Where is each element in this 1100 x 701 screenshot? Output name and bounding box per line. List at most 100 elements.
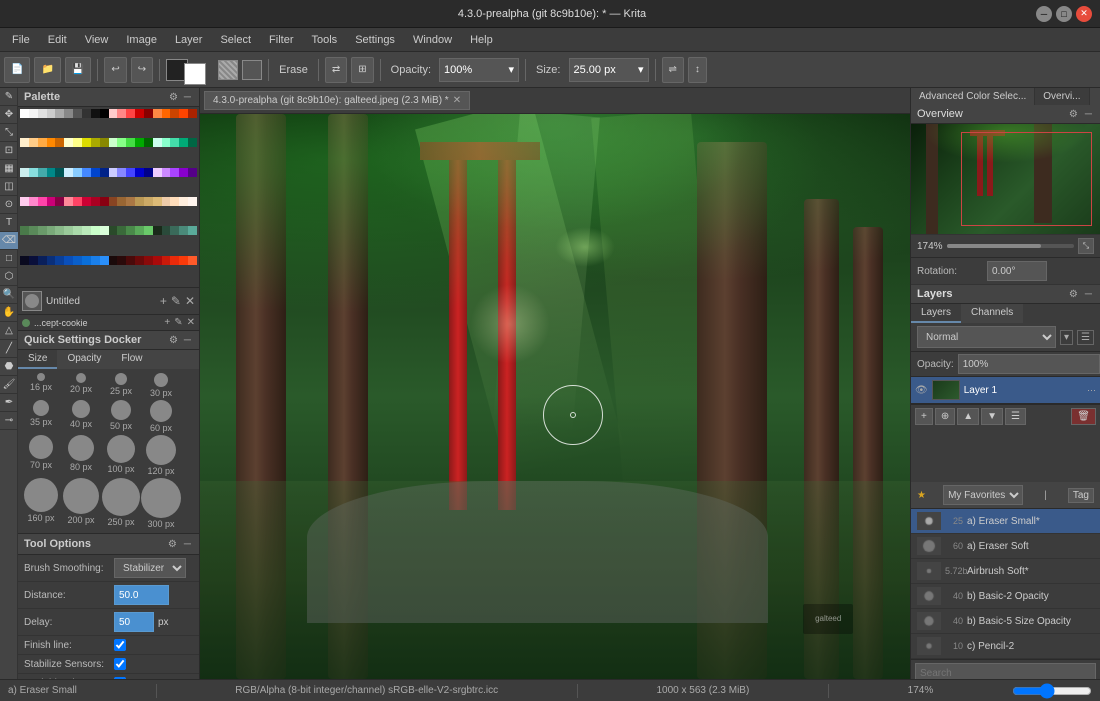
brush-size-item[interactable]: 25 px <box>102 373 140 398</box>
palette-cell[interactable] <box>179 256 188 265</box>
palette-cell[interactable] <box>29 109 38 118</box>
palette-cell[interactable] <box>55 226 64 235</box>
brush-size-item[interactable]: 35 px <box>22 400 60 433</box>
palette-cell[interactable] <box>144 256 153 265</box>
layer-item-1[interactable]: 👁 Layer 1 ⋯ <box>911 377 1100 404</box>
background-color[interactable] <box>184 63 206 85</box>
palette-cell[interactable] <box>117 256 126 265</box>
palette-cell[interactable] <box>55 138 64 147</box>
palette-cell[interactable] <box>109 226 118 235</box>
menu-image[interactable]: Image <box>118 32 165 48</box>
palette-cell[interactable] <box>188 109 197 118</box>
palette-cell[interactable] <box>91 168 100 177</box>
palette-cell[interactable] <box>47 226 56 235</box>
palette-cell[interactable] <box>126 256 135 265</box>
size-spinbox[interactable]: 25.00 px ▾ <box>569 58 649 82</box>
palette-cell[interactable] <box>20 256 29 265</box>
palette-cell[interactable] <box>64 197 73 206</box>
quick-tab-opacity[interactable]: Opacity <box>57 350 111 369</box>
brush-preset-item[interactable]: 5.72bAirbrush Soft* <box>911 559 1100 584</box>
tab-advanced-color[interactable]: Advanced Color Selec... <box>911 88 1035 105</box>
palette-cell[interactable] <box>135 197 144 206</box>
palette-cell[interactable] <box>73 256 82 265</box>
palette-cell[interactable] <box>179 226 188 235</box>
mirror-y-button[interactable]: ↕ <box>688 57 707 83</box>
quick-settings-settings-btn[interactable]: ⚙ <box>167 335 180 346</box>
palette-cell[interactable] <box>47 138 56 147</box>
brush-size-item[interactable]: 50 px <box>102 400 140 433</box>
finish-line-checkbox[interactable] <box>114 639 126 651</box>
tool-pan[interactable]: ✋ <box>0 304 18 322</box>
palette-cell[interactable] <box>126 168 135 177</box>
palette-cell[interactable] <box>38 226 47 235</box>
palette-cell[interactable] <box>82 138 91 147</box>
palette-cell[interactable] <box>153 109 162 118</box>
brush-size-item[interactable]: 30 px <box>142 373 180 398</box>
layer-1-options-btn[interactable]: ⋯ <box>1087 385 1096 396</box>
brush-size-item[interactable]: 70 px <box>22 435 60 476</box>
move-layer-down-btn[interactable]: ▼ <box>981 408 1003 425</box>
brush-preset-item[interactable]: 60a) Eraser Soft <box>911 534 1100 559</box>
tool-fill[interactable]: ▦ <box>0 160 18 178</box>
palette-cell[interactable] <box>73 197 82 206</box>
palette-cell[interactable] <box>117 168 126 177</box>
brush-size-item[interactable]: 16 px <box>22 373 60 398</box>
palette-cell[interactable] <box>109 109 118 118</box>
gradient-swatch[interactable] <box>242 60 262 80</box>
palette-cell[interactable] <box>91 197 100 206</box>
palette-cell[interactable] <box>29 168 38 177</box>
palette-cell[interactable] <box>64 138 73 147</box>
tool-options-minimize-btn[interactable]: ─ <box>182 539 193 550</box>
palette-cell[interactable] <box>162 109 171 118</box>
palette-cell[interactable] <box>126 197 135 206</box>
menu-filter[interactable]: Filter <box>261 32 301 48</box>
palette-cell[interactable] <box>82 109 91 118</box>
tool-shape[interactable]: △ <box>0 322 18 340</box>
brush-preset-item[interactable]: 40b) Basic-5 Size Opacity <box>911 609 1100 634</box>
palette-cell[interactable] <box>64 168 73 177</box>
palette-cell[interactable] <box>135 109 144 118</box>
move-layer-up-btn[interactable]: ▲ <box>957 408 979 425</box>
palette-cell[interactable] <box>38 109 47 118</box>
brush-edit-button[interactable]: ✎ <box>171 294 181 308</box>
palette-cell[interactable] <box>126 226 135 235</box>
palette-cell[interactable] <box>153 138 162 147</box>
layers-more-btn[interactable]: ☰ <box>1077 330 1094 345</box>
palette-cell[interactable] <box>170 109 179 118</box>
preset-add-button[interactable]: + <box>164 317 170 328</box>
palette-cell[interactable] <box>144 168 153 177</box>
palette-cell[interactable] <box>73 226 82 235</box>
palette-cell[interactable] <box>82 197 91 206</box>
palette-cell[interactable] <box>179 197 188 206</box>
palette-cell[interactable] <box>109 197 118 206</box>
layers-settings-btn[interactable]: ⚙ <box>1067 289 1080 300</box>
overview-settings-btn[interactable]: ⚙ <box>1067 109 1080 120</box>
palette-cell[interactable] <box>188 226 197 235</box>
palette-cell[interactable] <box>73 138 82 147</box>
favorites-select[interactable]: My Favorites All <box>943 485 1023 505</box>
palette-cell[interactable] <box>179 138 188 147</box>
palette-minimize-button[interactable]: ─ <box>182 92 193 103</box>
brush-delete-button[interactable]: ✕ <box>185 294 195 308</box>
menu-file[interactable]: File <box>4 32 38 48</box>
palette-cell[interactable] <box>100 256 109 265</box>
undo-button[interactable]: ↩ <box>104 57 126 83</box>
tool-select-free[interactable]: ⬡ <box>0 268 18 286</box>
palette-cell[interactable] <box>170 168 179 177</box>
preset-edit-button[interactable]: ✎ <box>174 317 182 328</box>
palette-cell[interactable] <box>126 138 135 147</box>
palette-cell[interactable] <box>135 256 144 265</box>
palette-cell[interactable] <box>109 168 118 177</box>
tab-overview[interactable]: Overvi... <box>1035 88 1089 105</box>
quick-settings-header[interactable]: Quick Settings Docker ⚙ ─ <box>18 331 199 350</box>
stabilize-checkbox[interactable] <box>114 658 126 670</box>
brush-size-item[interactable]: 80 px <box>62 435 100 476</box>
palette-cell[interactable] <box>153 168 162 177</box>
palette-cell[interactable] <box>47 256 56 265</box>
pattern-swatch[interactable] <box>218 60 238 80</box>
palette-cell[interactable] <box>162 226 171 235</box>
palette-cell[interactable] <box>20 168 29 177</box>
menu-edit[interactable]: Edit <box>40 32 75 48</box>
layer-visibility-icon[interactable]: 👁 <box>915 385 928 396</box>
palette-cell[interactable] <box>38 168 47 177</box>
